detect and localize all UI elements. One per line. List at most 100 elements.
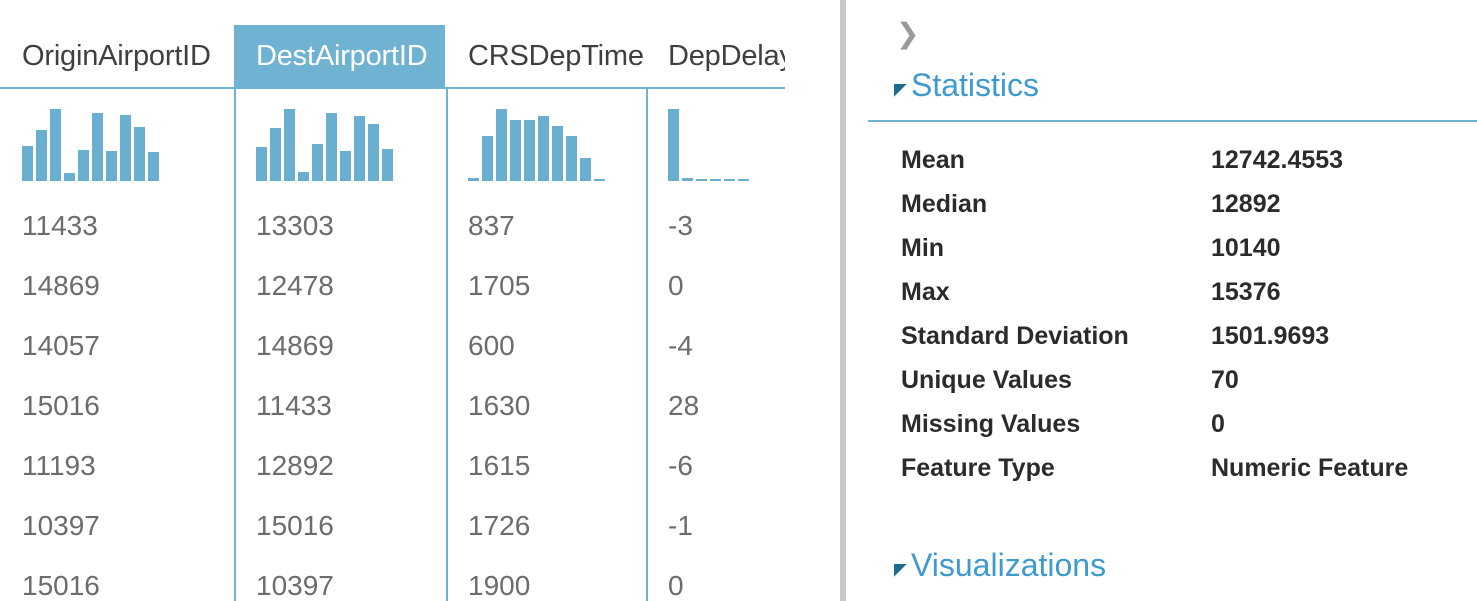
statistic-value: 15376: [1211, 278, 1281, 307]
statistic-value: Numeric Feature: [1211, 454, 1408, 483]
statistics-section-header[interactable]: Statistics: [846, 62, 1477, 108]
sparkline-bars: [256, 109, 393, 181]
histogram-bar: [724, 179, 735, 181]
visualizations-title: Visualizations: [911, 547, 1106, 584]
table-cell: -4: [646, 330, 785, 362]
feature-details-pane: ❯ Statistics Mean12742.4553Median12892Mi…: [846, 0, 1477, 601]
histogram-bar: [298, 172, 309, 181]
statistic-row: Standard Deviation1501.9693: [901, 314, 1477, 358]
histogram-bar: [382, 149, 393, 181]
table-cell: 0: [646, 570, 785, 601]
histogram-bar: [78, 150, 89, 181]
table-cell: 10397: [234, 570, 446, 601]
histogram-bar: [668, 109, 679, 181]
visualizations-section-header[interactable]: Visualizations: [846, 542, 1477, 588]
table-cell: 1900: [446, 570, 646, 601]
histogram-bar: [312, 144, 323, 181]
histogram-bar: [120, 115, 131, 181]
histogram-bar: [340, 151, 351, 181]
histogram-bar: [682, 178, 693, 181]
histogram-bar: [552, 126, 563, 181]
histogram-bar: [496, 109, 507, 181]
table-cell: 837: [446, 210, 646, 242]
column-header-CRSDepTime[interactable]: CRSDepTime: [446, 0, 646, 88]
statistics-divider: [868, 120, 1477, 122]
statistic-row: Mean12742.4553: [901, 138, 1477, 182]
table-cell: 1630: [446, 390, 646, 422]
column-header-label: DestAirportID: [234, 25, 445, 87]
collapse-triangle-icon[interactable]: [891, 555, 911, 575]
table-cell: 13303: [234, 210, 446, 242]
column-header-OriginAirportID[interactable]: OriginAirportID: [0, 0, 234, 88]
chevron-right-icon[interactable]: ❯: [896, 20, 919, 48]
histogram-bar: [710, 179, 721, 181]
histogram-bar: [256, 147, 267, 181]
data-grid: OriginAirportIDDestAirportIDCRSDepTimeDe…: [0, 0, 785, 601]
column-header-label: OriginAirportID: [0, 25, 229, 87]
histogram-bar: [106, 151, 117, 181]
statistic-value: 10140: [1211, 234, 1281, 263]
table-row[interactable]: 1143313303837-3: [0, 196, 785, 256]
statistic-label: Standard Deviation: [901, 322, 1211, 351]
sparkline-bars: [668, 109, 749, 181]
histogram-bar: [92, 113, 103, 181]
statistic-value: 70: [1211, 366, 1239, 395]
histogram-bar: [566, 136, 577, 181]
histogram-bar: [368, 124, 379, 181]
table-cell: 0: [646, 270, 785, 302]
statistic-label: Mean: [901, 146, 1211, 175]
sparkline-bars: [468, 109, 605, 181]
column-header-DestAirportID[interactable]: DestAirportID: [234, 0, 446, 88]
histogram-bar: [482, 136, 493, 181]
histogram-bar: [284, 109, 295, 181]
table-cell: 14869: [234, 330, 446, 362]
histogram-bar: [64, 173, 75, 181]
histogram-bar: [354, 116, 365, 181]
table-cell: 1705: [446, 270, 646, 302]
table-row[interactable]: 150161039719000: [0, 556, 785, 601]
visualizations-section: Visualizations: [846, 542, 1477, 588]
histogram-bar: [148, 152, 159, 181]
histogram-bar: [580, 158, 591, 181]
column-header-label: DepDelay: [646, 25, 785, 87]
table-cell: -3: [646, 210, 785, 242]
column-header-label: CRSDepTime: [446, 25, 662, 87]
table-row[interactable]: 1501611433163028: [0, 376, 785, 436]
table-cell: 14057: [0, 330, 234, 362]
statistic-label: Unique Values: [901, 366, 1211, 395]
statistic-row: Max15376: [901, 270, 1477, 314]
histogram-bar: [510, 120, 521, 181]
table-row[interactable]: 1405714869600-4: [0, 316, 785, 376]
histogram-bar: [738, 179, 749, 181]
table-cell: 1615: [446, 450, 646, 482]
histogram-bar: [50, 109, 61, 181]
table-cell: -1: [646, 510, 785, 542]
table-row[interactable]: 10397150161726-1: [0, 496, 785, 556]
statistics-section: Statistics Mean12742.4553Median12892Min1…: [846, 62, 1477, 490]
table-row[interactable]: 148691247817050: [0, 256, 785, 316]
table-cell: 15016: [0, 570, 234, 601]
statistic-value: 1501.9693: [1211, 322, 1329, 351]
statistic-label: Median: [901, 190, 1211, 219]
sparkline-bars: [22, 109, 159, 181]
histogram-bar: [468, 178, 479, 181]
histogram-bar: [524, 120, 535, 181]
histogram-bar: [696, 179, 707, 181]
histogram-bar: [134, 127, 145, 181]
statistic-label: Min: [901, 234, 1211, 263]
table-cell: 14869: [0, 270, 234, 302]
table-cell: 1726: [446, 510, 646, 542]
column-histogram-row: [0, 88, 785, 196]
table-cell: 11433: [0, 210, 234, 242]
grid-header-row: OriginAirportIDDestAirportIDCRSDepTimeDe…: [0, 0, 785, 88]
table-row[interactable]: 11193128921615-6: [0, 436, 785, 496]
statistic-value: 12892: [1211, 190, 1281, 219]
table-cell: -6: [646, 450, 785, 482]
statistics-title: Statistics: [911, 67, 1039, 104]
histogram-bar: [538, 116, 549, 181]
histogram-DestAirportID: [234, 88, 446, 196]
column-header-DepDelay[interactable]: DepDelay: [646, 0, 785, 88]
table-cell: 11433: [234, 390, 446, 422]
statistic-label: Missing Values: [901, 410, 1211, 439]
collapse-triangle-icon[interactable]: [891, 75, 911, 95]
